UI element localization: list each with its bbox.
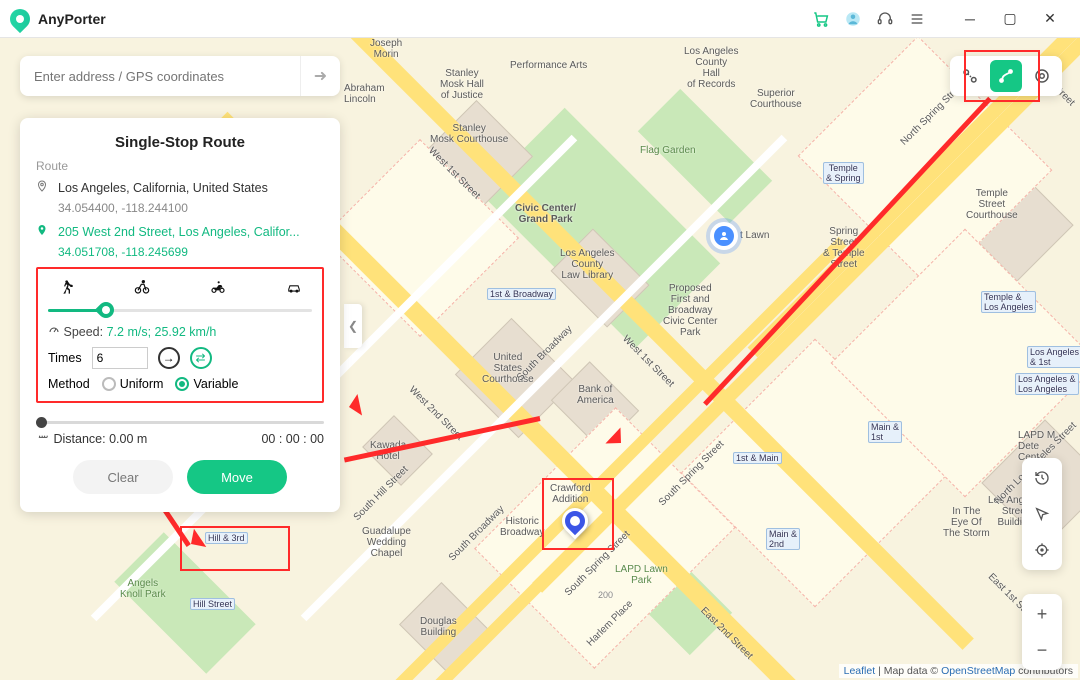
map-label: Hill Street (190, 598, 235, 610)
route-section-label: Route (36, 159, 324, 173)
destination-text: 205 West 2nd Street, Los Angeles, Califo… (58, 223, 300, 242)
move-button[interactable]: Move (187, 460, 287, 494)
leaflet-link[interactable]: Leaflet (844, 665, 876, 677)
osm-link[interactable]: OpenStreetMap (941, 665, 1015, 677)
pin-outline-icon (36, 179, 50, 199)
method-uniform-radio[interactable]: Uniform (102, 377, 164, 392)
zoom-out-button[interactable]: − (1026, 634, 1058, 666)
multi-stop-mode-button[interactable] (1026, 60, 1058, 92)
map-label: Los Angeles County Law Library (560, 248, 615, 281)
distance-value: 0.00 m (109, 432, 147, 446)
map-label: Main & 2nd (766, 528, 800, 550)
title-bar: AnyPorter ─ ▢ ✕ (0, 0, 1080, 38)
map-label: Proposed First and Broadway Civic Center… (663, 283, 717, 338)
search-input[interactable] (20, 69, 300, 84)
mode-walk-icon[interactable] (54, 277, 78, 297)
map-label: Los Angeles & Los Angeles (1015, 373, 1079, 395)
map-label: Bank of America (577, 384, 614, 406)
method-label: Method (48, 377, 90, 391)
speed-label: Speed: (63, 325, 103, 339)
destination-coords: 34.051708, -118.245699 (58, 245, 324, 259)
map-label: In The Eye Of The Storm (943, 506, 990, 539)
search-bar: ➜ (20, 56, 340, 96)
app-name: AnyPorter (38, 11, 106, 27)
distance-label: Distance: (53, 432, 105, 446)
map-label: Flag Garden (640, 145, 696, 156)
support-icon[interactable] (876, 10, 894, 28)
account-icon[interactable] (844, 10, 862, 28)
street-label: 1st & Broadway (487, 288, 556, 300)
map-label: Stanley Mosk Courthouse (430, 123, 508, 145)
app-logo-icon (6, 4, 34, 32)
speed-value: 7.2 m/s; 25.92 km/h (107, 325, 217, 339)
window-maximize-button[interactable]: ▢ (990, 4, 1030, 34)
elapsed-time: 00 : 00 : 00 (261, 432, 324, 446)
times-label: Times (48, 351, 82, 365)
map-label: Historic Broadway (500, 516, 544, 538)
mode-car-icon[interactable] (282, 277, 306, 297)
map-label: Performance Arts (510, 60, 587, 71)
pin-filled-icon (36, 223, 50, 243)
cart-icon[interactable] (812, 10, 830, 28)
map-label: Crawford Addition (550, 483, 591, 505)
times-input[interactable] (92, 347, 148, 369)
map-label: Main & 1st (868, 421, 902, 443)
method-variable-radio[interactable]: Variable (175, 377, 238, 392)
loop-once-button[interactable]: → (158, 347, 180, 369)
speed-slider[interactable] (48, 303, 312, 317)
map-label: Temple Street Courthouse (966, 188, 1018, 221)
mode-motorbike-icon[interactable] (206, 277, 230, 297)
zoom-in-button[interactable]: + (1026, 598, 1058, 630)
user-location-marker (710, 222, 738, 250)
zoom-controls: + − (1022, 594, 1062, 670)
map-tools (1022, 458, 1062, 570)
map-label: Douglas Building (420, 616, 457, 638)
map-label: 200 (598, 590, 613, 600)
speed-settings-box: Speed: 7.2 m/s; 25.92 km/h Times → ⇄ Met… (36, 267, 324, 404)
map-label: Joseph Morin (370, 38, 402, 60)
map-label: Temple & Los Angeles (981, 291, 1036, 313)
map-label: Temple & Spring (823, 162, 864, 184)
map-label: Superior Courthouse (750, 88, 802, 110)
mode-bike-icon[interactable] (130, 277, 154, 297)
origin-row: Los Angeles, California, United States (36, 179, 324, 199)
clear-button[interactable]: Clear (73, 460, 173, 494)
map-label: Civic Center/ Grand Park (515, 203, 576, 225)
map-label: Abraham Lincoln (344, 83, 385, 105)
panel-title: Single-Stop Route (36, 134, 324, 151)
menu-icon[interactable] (908, 10, 926, 28)
loop-repeat-button[interactable]: ⇄ (190, 347, 212, 369)
cursor-button[interactable] (1026, 498, 1058, 530)
map-label: 1st & Main (733, 452, 782, 464)
origin-text: Los Angeles, California, United States (58, 179, 268, 198)
progress-section: Distance: 0.00 m 00 : 00 : 00 (36, 421, 324, 446)
destination-row: 205 West 2nd Street, Los Angeles, Califo… (36, 223, 324, 243)
street-label: West 2nd Street (407, 384, 465, 442)
map-label: Guadalupe Wedding Chapel (362, 526, 411, 559)
progress-slider[interactable] (36, 421, 324, 424)
teleport-mode-button[interactable] (954, 60, 986, 92)
single-stop-mode-button[interactable] (990, 60, 1022, 92)
history-button[interactable] (1026, 462, 1058, 494)
route-panel: Single-Stop Route Route Los Angeles, Cal… (20, 118, 340, 512)
map-label: t Lawn (740, 230, 769, 241)
locate-button[interactable] (1026, 534, 1058, 566)
mode-toolbar (950, 56, 1062, 96)
map-label: Kawada Hotel (370, 440, 406, 462)
map-label: Stanley Mosk Hall of Justice (440, 68, 484, 101)
window-minimize-button[interactable]: ─ (950, 4, 990, 34)
window-close-button[interactable]: ✕ (1030, 4, 1070, 34)
search-go-button[interactable]: ➜ (300, 56, 340, 96)
map-label: Spring Street & Temple Street (823, 226, 865, 270)
map-label: Los Angeles County Hall of Records (684, 46, 739, 90)
destination-marker[interactable] (562, 508, 588, 542)
map-label: Los Angeles & 1st (1027, 346, 1080, 368)
map-label: Hill & 3rd (205, 532, 248, 544)
origin-coords: 34.054400, -118.244100 (58, 201, 324, 215)
map-label: Angels Knoll Park (120, 578, 166, 600)
panel-collapse-button[interactable]: ❮ (344, 304, 362, 348)
map-label: LAPD Lawn Park (615, 564, 668, 586)
